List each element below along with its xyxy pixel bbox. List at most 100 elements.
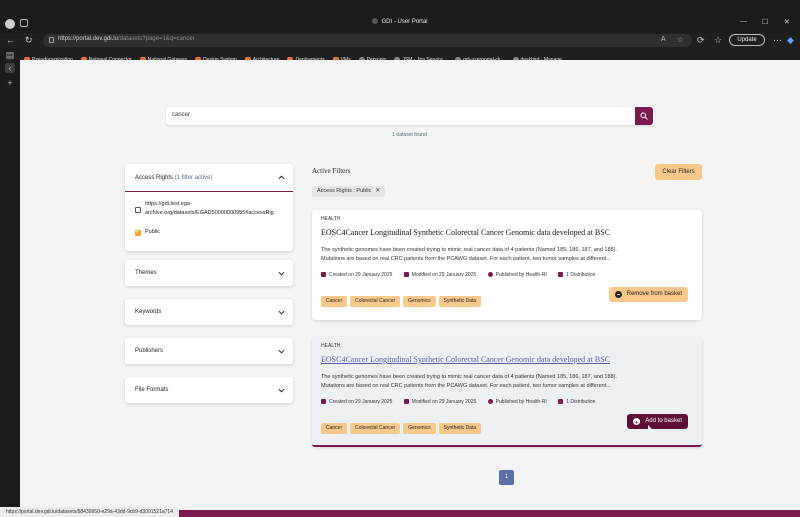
calendar-icon	[321, 272, 326, 277]
filter-option-public[interactable]: Public	[125, 228, 293, 242]
chevron-down-icon[interactable]	[278, 270, 285, 277]
facet-title: Keywords	[135, 309, 162, 315]
plus-circle-icon	[633, 416, 641, 431]
url-host: https://portal.dev.gdi.lu	[58, 36, 118, 42]
search-button[interactable]	[635, 107, 653, 125]
more-menu-icon[interactable]: ⋯	[773, 35, 782, 46]
remove-chip-icon[interactable]: ✕	[375, 188, 380, 194]
extensions-icon[interactable]: ⟳	[697, 35, 705, 46]
created-date: Created on 29 January 2025	[329, 272, 393, 278]
facet-title: Publishers	[135, 348, 164, 354]
basket-label: Add to basket	[645, 418, 682, 424]
favorite-star-icon[interactable]: ☆	[677, 36, 683, 44]
checkbox-checked[interactable]	[135, 228, 141, 236]
tag[interactable]: Genomics	[403, 423, 436, 434]
distribution-count: 1 Distribution	[566, 272, 596, 278]
card-meta: Created on 29 January 2025 Modified on 2…	[321, 272, 605, 278]
basket-label: Remove from basket	[626, 291, 682, 297]
new-tab-icon[interactable]: +	[5, 78, 15, 88]
dataset-card: HEALTH EOSC4Cancer Longitudinal Syntheti…	[312, 337, 702, 447]
url-text: https://portal.dev.gdi.lu/datasets?page=…	[58, 36, 195, 42]
card-tags: Cancer Colorectal Cancer Genomics Synthetic…	[321, 289, 484, 307]
modified-date: Modified on 29 January 2025	[411, 272, 477, 278]
calendar-edit-icon	[403, 272, 409, 277]
facet-access-rights-header[interactable]: Access Rights (1 filter active)	[125, 164, 293, 192]
chevron-down-icon[interactable]	[278, 309, 285, 316]
dataset-card: HEALTH EOSC4Cancer Longitudinal Syntheti…	[312, 210, 702, 320]
refresh-icon[interactable]: ↻	[25, 35, 33, 46]
tag[interactable]: Synthetic Data	[438, 423, 482, 434]
close-icon[interactable]: ✕	[784, 18, 790, 26]
address-bar[interactable]: https://portal.dev.gdi.lu/datasets?page=…	[43, 34, 692, 47]
modified-date: Modified on 29 January 2025	[411, 399, 477, 405]
search-input[interactable]: cancer	[166, 107, 655, 125]
card-desc-line: The synthetic genomes have been created …	[321, 374, 617, 380]
tag[interactable]: Colorectal Cancer	[350, 296, 401, 307]
chevron-up-icon[interactable]	[278, 174, 285, 181]
tag[interactable]: Synthetic Data	[438, 296, 482, 307]
facet-publishers[interactable]: Publishers	[125, 338, 293, 364]
browser-titlebar: GDI - User Portal — ☐ ✕	[0, 0, 800, 33]
search-query[interactable]: cancer	[172, 112, 190, 118]
card-title-link[interactable]: EOSC4Cancer Longitudinal Synthetic Color…	[321, 355, 610, 364]
chevron-down-icon[interactable]	[278, 348, 285, 355]
tag[interactable]: Cancer	[321, 296, 348, 307]
minimize-icon[interactable]: —	[740, 18, 747, 25]
pagination-page-1[interactable]: 1	[499, 470, 514, 485]
card-desc-line: Mutations are based on real CRC patients…	[321, 256, 611, 262]
url-path: /datasets?page=1&q=cancer	[117, 36, 195, 42]
facet-active-note: (1 filter active)	[174, 175, 213, 181]
user-icon	[487, 399, 493, 404]
file-icon	[558, 399, 564, 404]
read-aloud-icon[interactable]: A	[661, 36, 666, 43]
filter-chip[interactable]: Access Rights : Public ✕	[312, 186, 386, 197]
lock-icon	[49, 37, 54, 43]
filter-chip-label: Access Rights : Public	[317, 188, 372, 194]
facet-file-formats[interactable]: File Formats	[125, 377, 293, 403]
publisher: Published by Health-RI	[495, 272, 547, 278]
user-icon	[487, 272, 493, 277]
window-title-text: GDI - User Portal	[381, 19, 428, 25]
file-icon	[558, 272, 564, 277]
card-meta: Created on 29 January 2025 Modified on 2…	[321, 399, 605, 405]
result-count: 1 dataset found	[392, 132, 427, 138]
facet-keywords[interactable]: Keywords	[125, 299, 293, 325]
chevron-down-icon[interactable]	[278, 387, 285, 394]
minus-circle-icon	[614, 291, 622, 298]
portal-page: cancer 1 dataset found Access Rights (1 …	[20, 60, 800, 517]
tag[interactable]: Genomics	[403, 296, 436, 307]
calendar-icon	[321, 399, 326, 404]
facet-themes[interactable]: Themes	[125, 260, 293, 286]
card-description: The synthetic genomes have been created …	[321, 373, 696, 391]
card-description: The synthetic genomes have been created …	[321, 246, 696, 264]
maximize-icon[interactable]: ☐	[762, 18, 768, 26]
favorites-icon[interactable]: ☆	[714, 35, 722, 46]
sidebar-collapse-icon[interactable]: ‹	[5, 63, 15, 73]
facet-access-rights: Access Rights (1 filter active) https://…	[125, 164, 293, 251]
facet-title-text: Access Rights	[135, 175, 174, 181]
add-to-basket-button[interactable]: Add to basket	[627, 414, 688, 431]
card-category: HEALTH	[321, 343, 341, 349]
card-desc-line: The synthetic genomes have been created …	[321, 247, 617, 253]
bookmarks-bar: Pseudonymization National Connector Nation…	[20, 48, 800, 60]
filter-option-label: https://gdi.test.ega-archive.org/dataset…	[145, 201, 274, 216]
window-title: GDI - User Portal	[0, 18, 800, 25]
sidebar-tabs-icon[interactable]: ▤	[5, 50, 15, 60]
distribution-count: 1 Distribution	[566, 399, 596, 405]
active-filters-title: Active Filters	[312, 167, 351, 175]
browser-navbar: ← ↻ https://portal.dev.gdi.lu/datasets?p…	[0, 33, 800, 48]
clear-filters-button[interactable]: Clear Filters	[655, 164, 702, 180]
search-icon	[640, 112, 648, 120]
facet-access-rights-title: Access Rights (1 filter active)	[135, 175, 212, 181]
copilot-icon[interactable]: ◆	[787, 35, 794, 46]
filter-option-ega[interactable]: https://gdi.test.ega-archive.org/dataset…	[125, 200, 293, 226]
remove-from-basket-button[interactable]: Remove from basket	[608, 287, 688, 302]
facet-title: Themes	[135, 270, 157, 276]
tag[interactable]: Cancer	[321, 423, 348, 434]
update-button[interactable]: Update	[729, 34, 765, 46]
status-bar-url: https://portal.dev.gdi.lu/datasets/88439…	[0, 507, 179, 517]
back-icon[interactable]: ←	[6, 35, 15, 46]
checkbox[interactable]	[135, 207, 141, 213]
tag[interactable]: Colorectal Cancer	[350, 423, 401, 434]
card-title[interactable]: EOSC4Cancer Longitudinal Synthetic Color…	[321, 228, 610, 237]
